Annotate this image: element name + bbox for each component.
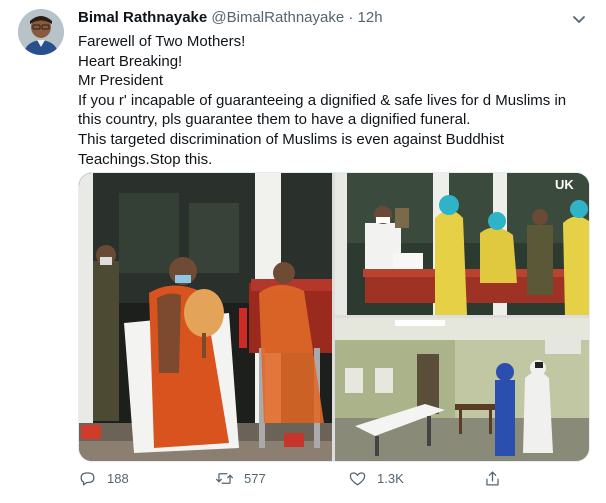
tweet-line: If you r' incapable of guaranteeing a di… <box>78 91 567 109</box>
photo-monks-image <box>79 173 332 461</box>
tweet-line: Teachings.Stop this. <box>78 150 213 168</box>
tweet-line: Mr President <box>78 72 164 90</box>
share-button[interactable] <box>483 469 502 488</box>
photo-hospital-room[interactable] <box>335 318 589 461</box>
like-count: 1.3K <box>377 471 404 486</box>
author-name[interactable]: Bimal Rathnayake <box>78 9 207 26</box>
share-icon <box>486 471 499 486</box>
heart-icon <box>349 472 366 486</box>
reply-button[interactable]: 188 <box>78 469 129 488</box>
tweet-line: Farewell of Two Mothers! <box>78 33 246 50</box>
like-button[interactable]: 1.3K <box>348 469 404 488</box>
retweet-icon <box>215 473 234 484</box>
media-watermark: UK <box>555 177 574 192</box>
avatar-photo <box>18 9 64 55</box>
author-handle[interactable]: @BimalRathnayake <box>211 9 344 26</box>
tweet-text: Farewell of Two Mothers! Heart Breaking!… <box>78 32 588 169</box>
retweet-count: 577 <box>244 471 266 486</box>
tweet[interactable]: Bimal Rathnayake @BimalRathnayake · 12h … <box>0 0 606 503</box>
photo-hospital-room-image <box>335 318 589 461</box>
media-grid: UK <box>78 172 590 462</box>
reply-icon <box>80 472 95 486</box>
tweet-line: This targeted discrimination of Muslims … <box>78 130 505 148</box>
more-menu-button[interactable] <box>569 9 589 29</box>
separator-dot: · <box>348 9 354 26</box>
photo-ppe-workers[interactable]: UK <box>335 173 589 315</box>
tweet-header: Bimal Rathnayake @BimalRathnayake · 12h <box>78 9 383 26</box>
reply-count: 188 <box>107 471 129 486</box>
retweet-button[interactable]: 577 <box>215 469 266 488</box>
photo-monks[interactable] <box>79 173 332 461</box>
avatar[interactable] <box>18 9 64 55</box>
action-bar: 188 577 1.3K <box>78 469 588 491</box>
photo-ppe-workers-image: UK <box>335 173 589 315</box>
chevron-down-icon <box>573 16 585 23</box>
tweet-line: Heart Breaking! <box>78 52 183 70</box>
tweet-line: this country, pls guarantee them to have… <box>78 111 471 129</box>
tweet-time[interactable]: 12h <box>358 9 383 26</box>
